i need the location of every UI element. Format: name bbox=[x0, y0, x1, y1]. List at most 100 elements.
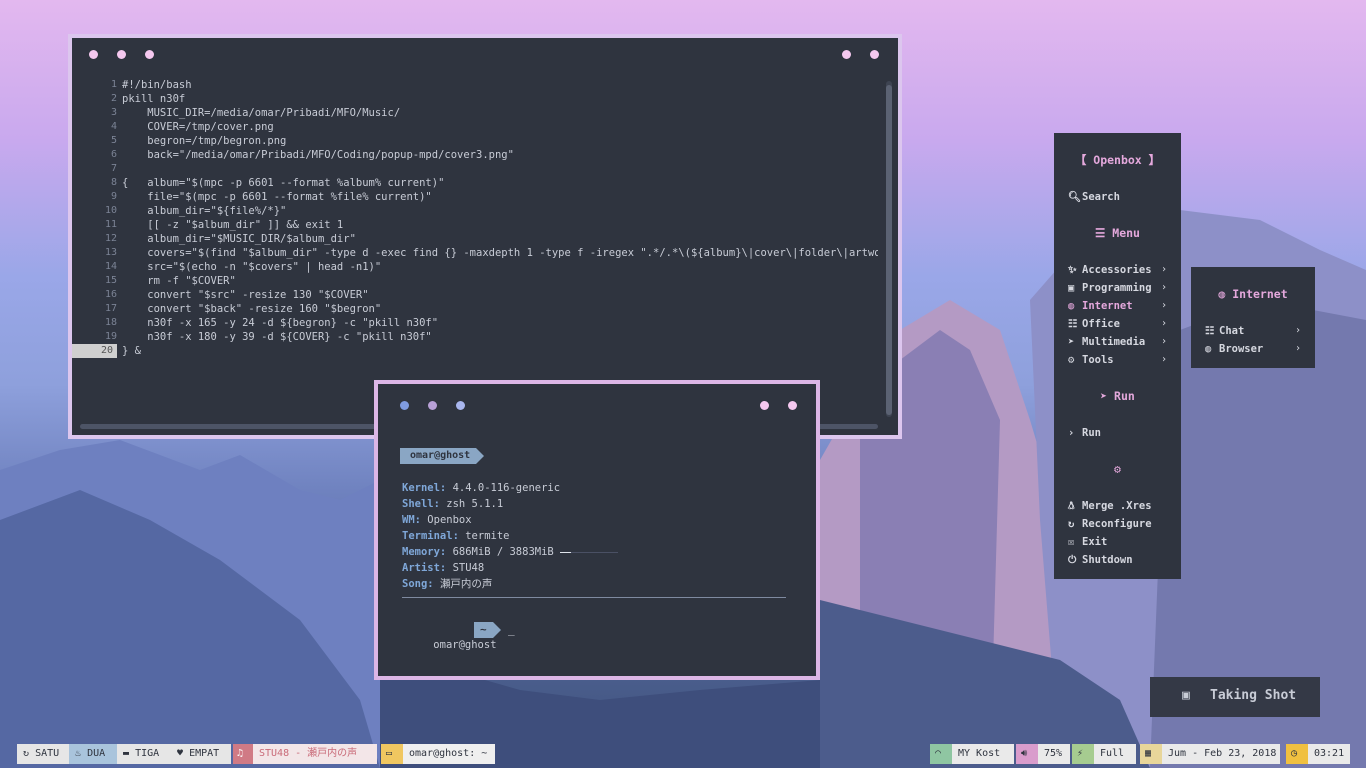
prompt-user: omar@ghost bbox=[433, 639, 497, 651]
code-line[interactable]: album_dir="$MUSIC_DIR/$album_dir" bbox=[122, 232, 356, 246]
window-dot[interactable] bbox=[117, 50, 126, 59]
code-line[interactable]: n30f -x 180 -y 39 -d ${COVER} -c "pkill … bbox=[122, 330, 431, 344]
chevron-right-icon: › bbox=[1294, 343, 1301, 354]
run-header: ➤ Run bbox=[1054, 387, 1181, 405]
code-line[interactable]: MUSIC_DIR=/media/omar/Pribadi/MFO/Music/ bbox=[122, 106, 400, 120]
menu-run[interactable]: › Run bbox=[1068, 424, 1101, 442]
menu-item-tools[interactable]: ⚙︎ Tools bbox=[1068, 351, 1114, 369]
submenu-title-label: Internet bbox=[1232, 287, 1288, 301]
menu-title: 【 Openbox 】 bbox=[1054, 151, 1181, 169]
power-icon: ⏻ bbox=[1068, 554, 1077, 566]
refresh-icon: ↻ bbox=[23, 748, 30, 759]
code-line[interactable]: { album="$(mpc -p 6601 --format %album% … bbox=[122, 176, 444, 190]
rocket-icon: ➤ bbox=[1100, 389, 1108, 403]
window-dot[interactable] bbox=[89, 50, 98, 59]
workspace-satu[interactable]: ↻ SATU bbox=[17, 744, 69, 764]
wifi-status[interactable]: MY Kost bbox=[952, 744, 1014, 764]
line-number: 12 bbox=[104, 233, 117, 244]
menu-item-multimedia[interactable]: ➤ Multimedia bbox=[1068, 333, 1145, 351]
menu-header-label: Menu bbox=[1112, 226, 1140, 240]
code-area[interactable]: 1 #!/bin/bash 2 pkill n30f 3 MUSIC_DIR=/medi… bbox=[72, 78, 878, 416]
battery-status[interactable]: Full bbox=[1094, 744, 1136, 764]
window-dot[interactable] bbox=[870, 50, 879, 59]
code-line[interactable]: src="$(echo -n "$covers" | head -n1)" bbox=[122, 260, 381, 274]
menu-item-office[interactable]: ☷ Office bbox=[1068, 315, 1120, 333]
line-number: 15 bbox=[104, 275, 117, 286]
workspace-dua[interactable]: ♨ DUA bbox=[69, 744, 117, 764]
kernel-value: 4.4.0-116-generic bbox=[452, 482, 561, 494]
line-number: 5 bbox=[110, 135, 117, 146]
menu-item-accessories[interactable]: ✨︎ Accessories bbox=[1068, 261, 1152, 279]
scrollbar-thumb[interactable] bbox=[886, 85, 892, 415]
submenu-item-label: Chat bbox=[1219, 325, 1245, 337]
battery-icon: ⚡︎ bbox=[1072, 744, 1094, 764]
code-line[interactable]: COVER=/tmp/cover.png bbox=[122, 120, 273, 134]
memory-label: Memory: bbox=[402, 546, 447, 558]
code-line[interactable]: #!/bin/bash bbox=[122, 78, 192, 92]
menu-shutdown[interactable]: ⏻ Shutdown bbox=[1068, 551, 1133, 569]
workspace-empat[interactable]: ♥ EMPAT bbox=[171, 744, 231, 764]
memory-bar-fill bbox=[560, 551, 571, 553]
submenu-item-label: Browser bbox=[1219, 343, 1264, 355]
editor-window[interactable]: 1 #!/bin/bash 2 pkill n30f 3 MUSIC_DIR=/medi… bbox=[68, 34, 902, 439]
window-dot[interactable] bbox=[760, 401, 769, 410]
submenu-item-chat[interactable]: ☷ Chat bbox=[1205, 322, 1244, 340]
window-dot[interactable] bbox=[788, 401, 797, 410]
code-line[interactable]: rm -f "$COVER" bbox=[122, 274, 236, 288]
volume-status[interactable]: 75% bbox=[1038, 744, 1070, 764]
cursor[interactable]: _ bbox=[508, 622, 515, 638]
menu-reconfigure[interactable]: ↻ Reconfigure bbox=[1068, 515, 1152, 533]
menu-action-label: Reconfigure bbox=[1082, 518, 1152, 530]
workspace-label: EMPAT bbox=[189, 748, 220, 759]
line-number: 18 bbox=[104, 317, 117, 328]
code-line[interactable]: back="/media/omar/Pribadi/MFO/Coding/pop… bbox=[122, 148, 514, 162]
code-line[interactable]: convert "$src" -resize 130 "$COVER" bbox=[122, 288, 368, 302]
code-line[interactable]: [[ -z "$album_dir" ]] && exit 1 bbox=[122, 218, 343, 232]
menu-action-label: Merge .Xres bbox=[1082, 500, 1152, 512]
bracket-left-icon: 【 bbox=[1074, 153, 1087, 167]
window-dot[interactable] bbox=[842, 50, 851, 59]
window-dot[interactable] bbox=[400, 401, 409, 410]
terminal-window[interactable]: omar@ghost Kernel: 4.4.0-116-generic She… bbox=[374, 380, 820, 680]
code-line[interactable]: begron=/tmp/begron.png bbox=[122, 134, 286, 148]
workspace-tiga[interactable]: ▬ TIGA bbox=[117, 744, 171, 764]
list-icon: ☰ bbox=[1095, 226, 1106, 240]
rocket-icon: ➤ bbox=[1068, 336, 1075, 348]
menu-item-internet[interactable]: ◍ Internet bbox=[1068, 297, 1133, 315]
menu-item-label: Office bbox=[1082, 318, 1120, 330]
shell-label: Shell: bbox=[402, 498, 440, 510]
line-number: 9 bbox=[110, 191, 117, 202]
window-dot[interactable] bbox=[456, 401, 465, 410]
chevron-right-icon: › bbox=[1160, 336, 1167, 347]
line-number: 10 bbox=[104, 205, 117, 216]
menu-item-label: Internet bbox=[1082, 300, 1133, 312]
line-number: 3 bbox=[110, 107, 117, 118]
globe-icon: ◍ bbox=[1068, 300, 1075, 312]
run-header-label: Run bbox=[1114, 389, 1135, 403]
divider bbox=[402, 597, 786, 598]
active-window-title[interactable]: omar@ghost: ~ bbox=[403, 744, 495, 764]
linux-icon: 🐧︎ bbox=[1068, 500, 1075, 512]
code-line[interactable]: covers="$(find "$album_dir" -type d -exe… bbox=[122, 246, 878, 260]
now-playing[interactable]: STU48 - 瀬戸内の声 bbox=[253, 744, 377, 764]
window-dot[interactable] bbox=[145, 50, 154, 59]
menu-merge-xres[interactable]: 🐧︎ Merge .Xres bbox=[1068, 497, 1152, 515]
code-line[interactable]: convert "$back" -resize 160 "$begron" bbox=[122, 302, 381, 316]
menu-item-programming[interactable]: ▣ Programming bbox=[1068, 279, 1152, 297]
memory-line: Memory: 686MiB / 3883MiB bbox=[402, 544, 619, 560]
menu-search[interactable]: 🔍︎Search bbox=[1068, 188, 1120, 206]
window-dot[interactable] bbox=[428, 401, 437, 410]
terminal-label: Terminal: bbox=[402, 530, 459, 542]
code-line[interactable]: pkill n30f bbox=[122, 92, 185, 106]
code-line[interactable]: } & bbox=[122, 344, 141, 358]
volume-icon: 🔊︎ bbox=[1016, 744, 1038, 764]
submenu-item-browser[interactable]: ◍ Browser bbox=[1205, 340, 1263, 358]
time-status[interactable]: 03:21 bbox=[1308, 744, 1350, 764]
code-line[interactable]: n30f -x 165 -y 24 -d ${begron} -c "pkill… bbox=[122, 316, 438, 330]
menu-exit[interactable]: ☒ Exit bbox=[1068, 533, 1107, 551]
code-line[interactable]: album_dir="${file%/*}" bbox=[122, 204, 286, 218]
code-line[interactable]: file="$(mpc -p 6601 --format %file% curr… bbox=[122, 190, 431, 204]
submenu-title: ◍ Internet bbox=[1191, 285, 1315, 303]
date-status[interactable]: Jum - Feb 23, 2018 bbox=[1162, 744, 1280, 764]
terminal-value: termite bbox=[465, 530, 510, 542]
